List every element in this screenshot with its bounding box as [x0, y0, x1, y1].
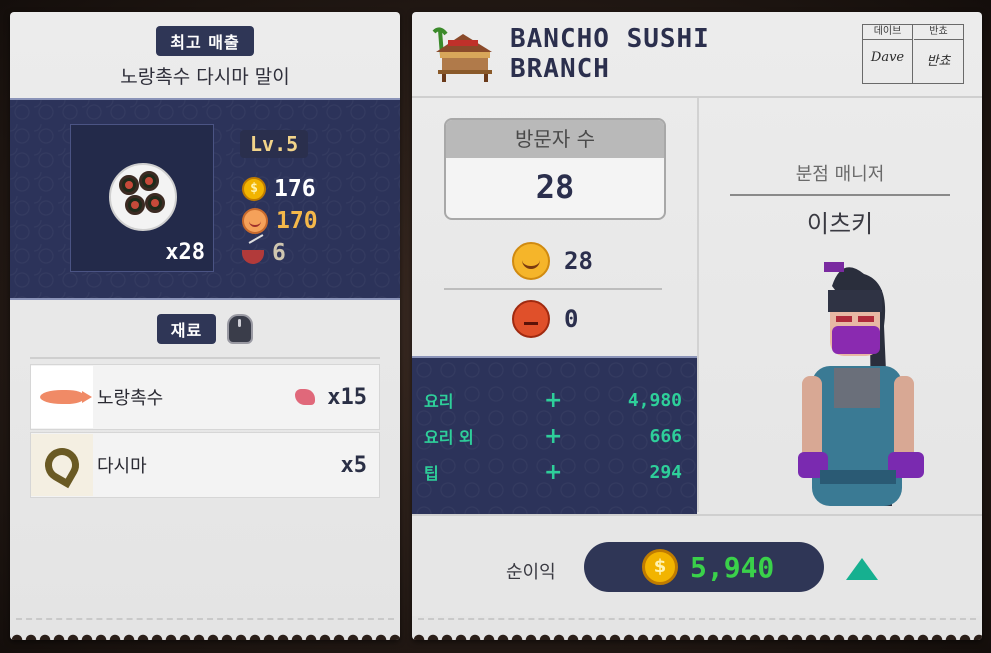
dish-price-value: 176: [274, 176, 316, 202]
fish-meat-icon: [295, 389, 316, 405]
visitor-count-value: 28: [535, 168, 575, 206]
plus-icon: +: [544, 387, 563, 413]
angry-face-icon: [512, 300, 550, 338]
manager-label: 분점 매니저: [795, 164, 885, 185]
happy-face-icon: [512, 242, 550, 280]
kelp-icon: [38, 441, 86, 489]
branch-report-panel: BANCHO SUSHI BRANCH 데이브 Dave 반쵸 반쵸 방문자 수…: [412, 12, 982, 640]
best-seller-header: 최고 매출 노랑촉수 다시마 말이: [10, 26, 400, 89]
approval-stamp-box: 데이브 Dave 반쵸 반쵸: [862, 24, 964, 84]
column-divider: [697, 98, 699, 512]
mouse-icon[interactable]: [227, 314, 254, 344]
manager-divider: [730, 194, 950, 196]
net-profit-label: 순이익: [506, 562, 556, 583]
dish-taste-value: 170: [276, 208, 318, 234]
revenue-row: 요리 외 + 666: [424, 423, 682, 449]
red-mullet-icon: [40, 390, 92, 404]
revenue-label: 요리 외: [424, 428, 474, 447]
material-row[interactable]: 노랑촉수 x15: [30, 364, 380, 430]
signature-dave: Dave: [870, 50, 905, 65]
dish-image-frame[interactable]: x28: [70, 124, 214, 272]
revenue-value: 666: [649, 425, 682, 447]
best-seller-dish-name: 노랑촉수 다시마 말이: [120, 66, 290, 88]
material-thumb: [31, 434, 93, 496]
dish-servings-stat: 6: [242, 240, 286, 266]
plus-icon: +: [544, 459, 563, 485]
taste-face-icon: [242, 208, 268, 234]
revenue-label: 요리: [424, 392, 454, 411]
plus-icon: +: [544, 423, 563, 449]
sushi-hut-icon: [432, 27, 492, 82]
branch-title-line1: BANCHO SUSHI: [510, 24, 710, 54]
materials-header: 재료: [10, 314, 400, 344]
visitor-count-box: 방문자 수 28: [444, 118, 666, 220]
manager-name: 이츠키: [806, 210, 874, 238]
ticket-tear-line: [16, 618, 394, 620]
coin-icon: $: [242, 177, 266, 201]
coin-icon: $: [642, 549, 678, 585]
dish-taste-stat: 170: [242, 208, 318, 234]
bowl-chopsticks-icon: [242, 250, 264, 264]
mood-divider: [444, 288, 662, 290]
best-seller-panel: 최고 매출 노랑촉수 다시마 말이 x28 Lv.5 $ 176 170 6 재…: [10, 12, 400, 640]
happy-count: 28: [564, 247, 593, 275]
net-profit-bar: 순이익 $ 5,940: [412, 514, 982, 616]
net-profit-value: 5,940: [690, 550, 775, 584]
material-qty: x15: [327, 384, 367, 410]
signature-bancho: 반쵸: [926, 54, 951, 69]
dish-price-stat: $ 176: [242, 176, 316, 202]
revenue-row: 팁 + 294: [424, 459, 682, 485]
material-qty: x5: [340, 452, 368, 478]
happy-customers: 28: [512, 242, 593, 280]
revenue-value: 294: [649, 461, 682, 483]
sign-label-dave: 데이브: [863, 25, 912, 40]
dish-info-area: x28 Lv.5 $ 176 170 6: [10, 98, 400, 300]
ticket-tear-line: [418, 618, 976, 620]
revenue-value: 4,980: [627, 389, 682, 411]
angry-customers: 0: [512, 300, 578, 338]
sign-label-bancho: 반쵸: [914, 25, 963, 40]
dish-count: x28: [165, 240, 205, 265]
angry-count: 0: [564, 305, 579, 333]
material-name: 다시마: [97, 456, 147, 477]
revenue-label: 팁: [424, 464, 439, 483]
dish-level-badge: Lv.5: [240, 130, 309, 158]
sushi-roll-icon: [109, 163, 177, 231]
best-seller-title: 최고 매출: [156, 26, 254, 56]
revenue-row: 요리 + 4,980: [424, 387, 682, 413]
material-thumb: [31, 366, 93, 428]
dish-servings-value: 6: [272, 240, 286, 266]
materials-divider: [30, 357, 380, 359]
material-name: 노랑촉수: [97, 388, 164, 409]
visitor-count-label: 방문자 수: [446, 120, 664, 158]
revenue-breakdown: 요리 + 4,980 요리 외 + 666 팁 + 294: [412, 356, 697, 514]
net-profit-pill: $ 5,940: [584, 542, 824, 592]
branch-title-line2: BRANCH: [510, 54, 610, 84]
branch-title: BANCHO SUSHI BRANCH: [510, 24, 710, 84]
materials-title: 재료: [156, 314, 217, 344]
material-row[interactable]: 다시마 x5: [30, 432, 380, 498]
manager-portrait: [798, 262, 924, 506]
trend-up-icon: [846, 558, 878, 580]
